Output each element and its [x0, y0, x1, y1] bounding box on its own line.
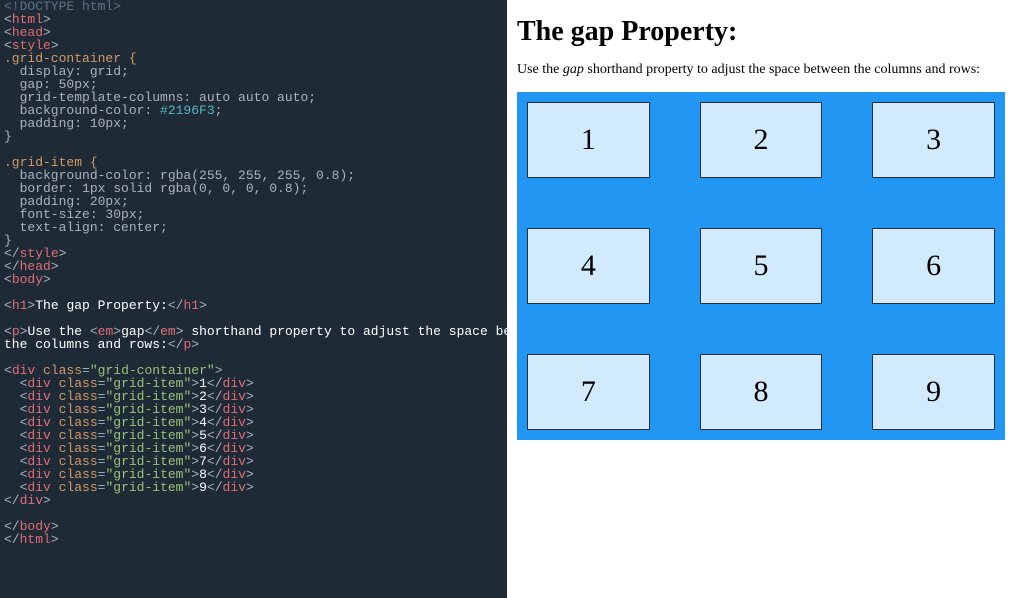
code-tag-html-close: html: [20, 532, 51, 547]
code-prop-bg-value: #2196F3: [160, 103, 215, 118]
code-editor-pane[interactable]: <!DOCTYPE html> <html> <head> <style> .g…: [0, 0, 507, 598]
preview-paragraph: Use the gap shorthand property to adjust…: [517, 62, 1005, 78]
preview-pane: The gap Property: Use the gap shorthand …: [507, 0, 1015, 598]
code-h1-text: The gap Property:: [35, 298, 168, 313]
grid-item: 9: [872, 354, 995, 430]
code-tag-body-open: body: [12, 272, 43, 287]
preview-em: gap: [563, 62, 584, 77]
grid-item: 3: [872, 102, 995, 178]
grid-item: 8: [700, 354, 823, 430]
grid-item: 5: [700, 228, 823, 304]
code-prop-padding: padding: 10px;: [4, 116, 129, 131]
grid-item: 4: [527, 228, 650, 304]
grid-item: 7: [527, 354, 650, 430]
code-brace-close: }: [4, 129, 12, 144]
code-p-text-line2: the columns and rows:: [4, 337, 168, 352]
preview-heading: The gap Property:: [517, 16, 1005, 48]
code-p-text-line1: shorthand property to adjust the space b…: [184, 324, 507, 339]
grid-container: 1 2 3 4 5 6 7 8 9: [517, 92, 1005, 440]
code-prop-textalign: text-align: center;: [4, 220, 168, 235]
grid-item: 2: [700, 102, 823, 178]
grid-item: 6: [872, 228, 995, 304]
grid-item: 1: [527, 102, 650, 178]
